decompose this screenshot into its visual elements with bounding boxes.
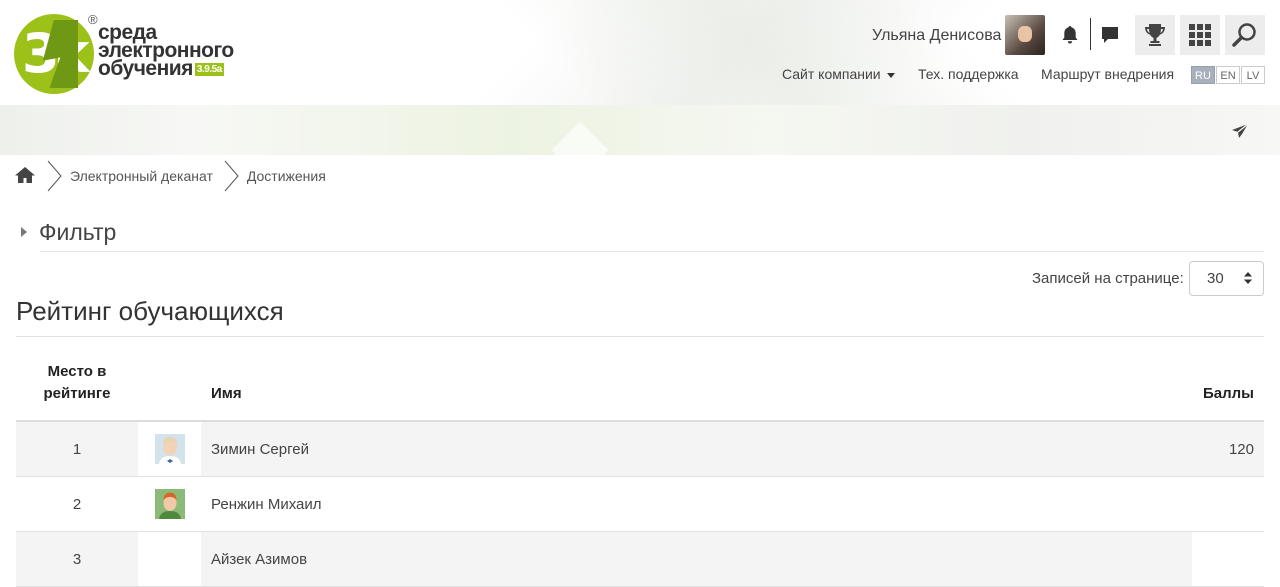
trophy-icon[interactable] <box>1135 15 1175 55</box>
row-picture-cell <box>138 421 201 477</box>
row-place: 1 <box>16 421 138 477</box>
table-row: 3 Айзек Азимов <box>16 531 1264 587</box>
caret-right-icon <box>21 227 27 237</box>
filter-section[interactable]: Фильтр <box>18 218 1264 252</box>
user-avatar[interactable] <box>1005 15 1045 55</box>
logo-mark-text: 3k <box>22 22 89 85</box>
logo-line3: обучения <box>98 57 193 80</box>
row-place: 3 <box>16 531 138 587</box>
filter-divider <box>40 251 1264 252</box>
row-score <box>1192 531 1264 587</box>
breadcrumb-item-deanery[interactable]: Электронный деканат <box>70 168 213 184</box>
select-arrows-icon <box>1244 272 1252 284</box>
row-score <box>1192 476 1264 532</box>
row-name[interactable]: Зимин Сергей <box>201 421 1192 477</box>
row-picture-cell <box>138 531 201 587</box>
table-header-row: Место в рейтинге Имя Баллы <box>16 337 1264 422</box>
row-name[interactable]: Айзек Азимов <box>201 531 1192 587</box>
per-page-value: 30 <box>1207 270 1224 287</box>
logo-mark: 3k <box>14 14 94 94</box>
row-name[interactable]: Ренжин Михаил <box>201 476 1192 532</box>
row-score: 120 <box>1192 421 1264 477</box>
filter-title[interactable]: Фильтр <box>39 219 116 246</box>
column-picture <box>138 337 201 422</box>
row-picture-cell <box>138 476 201 532</box>
bell-icon[interactable] <box>1050 15 1090 55</box>
send-icon[interactable] <box>1231 123 1249 144</box>
nav-company-site[interactable]: Сайт компании <box>782 66 895 82</box>
column-name[interactable]: Имя <box>201 337 1192 422</box>
logo-version: 3.9.5a <box>194 62 224 76</box>
user-picture[interactable] <box>154 489 185 519</box>
table-row: 2 Ренжин Михаил <box>16 476 1264 532</box>
nav-support[interactable]: Тех. поддержка <box>918 66 1019 82</box>
nav-company-site-label: Сайт компании <box>782 66 881 82</box>
chat-icon[interactable] <box>1090 15 1130 55</box>
grid-icon[interactable] <box>1180 15 1220 55</box>
site-logo[interactable]: 3k ® среда электронного обучения 3.9.5a <box>14 12 234 98</box>
lang-en[interactable]: EN <box>1216 66 1240 84</box>
rating-title: Рейтинг обучающихся <box>16 296 284 326</box>
chevron-down-icon <box>886 72 895 78</box>
nav-route[interactable]: Маршрут внедрения <box>1041 66 1174 82</box>
breadcrumb-separator-icon <box>224 160 239 192</box>
breadcrumb-separator-icon <box>47 160 62 192</box>
logo-registered: ® <box>88 12 98 27</box>
breadcrumb-item-achievements[interactable]: Достижения <box>247 168 326 184</box>
lang-ru[interactable]: RU <box>1191 66 1215 84</box>
logo-text: среда электронного обучения 3.9.5a <box>98 22 234 80</box>
per-page-label: Записей на странице: <box>1032 270 1184 287</box>
user-name[interactable]: Ульяна Денисова <box>872 27 1001 45</box>
search-icon[interactable] <box>1225 15 1265 55</box>
header-band <box>0 105 1280 155</box>
lang-lv[interactable]: LV <box>1241 66 1265 84</box>
column-place[interactable]: Место в рейтинге <box>16 337 138 422</box>
per-page-select[interactable]: 30 <box>1189 261 1264 296</box>
home-icon[interactable] <box>14 166 36 187</box>
user-picture[interactable] <box>154 434 185 464</box>
table-row: 1 Зимин Сергей 120 <box>16 421 1264 477</box>
row-place: 2 <box>16 476 138 532</box>
column-score[interactable]: Баллы <box>1192 337 1264 422</box>
breadcrumb: Электронный деканат Достижения <box>14 160 326 192</box>
rating-table: Место в рейтинге Имя Баллы 1 Зимин Серге… <box>16 337 1264 587</box>
